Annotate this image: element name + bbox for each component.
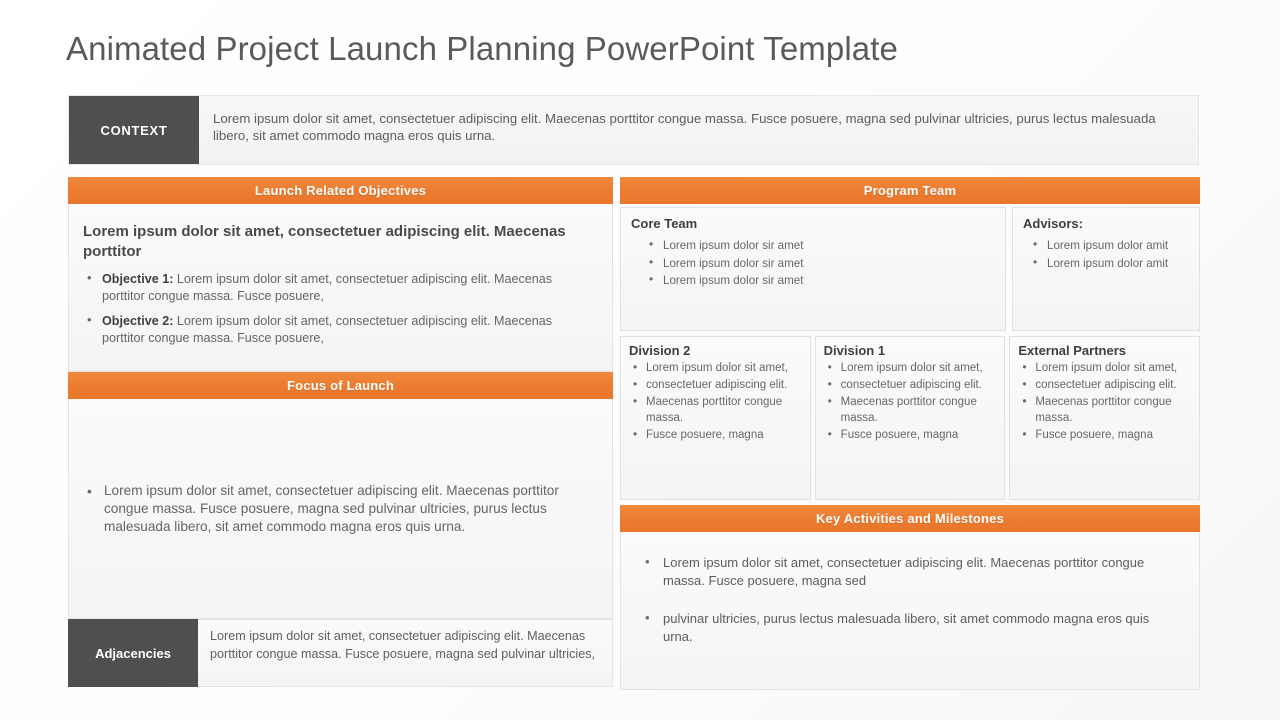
context-banner: CONTEXT Lorem ipsum dolor sit amet, cons… xyxy=(68,95,1199,165)
list-item: Objective 1: Lorem ipsum dolor sit amet,… xyxy=(83,270,598,304)
objective-2-label: Objective 2: xyxy=(102,314,174,328)
list-item: Maecenas porttitor congue massa. xyxy=(633,393,802,426)
list-item: Lorem ipsum dolor sir amet xyxy=(649,254,995,273)
external-partners-title: External Partners xyxy=(1018,343,1127,358)
left-column: Launch Related Objectives Lorem ipsum do… xyxy=(68,177,613,698)
list-item: Lorem ipsum dolor amit xyxy=(1033,236,1189,255)
focus-of-launch-panel: Lorem ipsum dolor sit amet, consectetuer… xyxy=(68,399,613,619)
list-item: Lorem ipsum dolor sit amet, consectetuer… xyxy=(83,482,598,536)
list-item: Fusce posuere, magna xyxy=(1022,426,1191,443)
list-item: Maecenas porttitor congue massa. xyxy=(1022,393,1191,426)
division-1-title: Division 1 xyxy=(823,343,886,358)
division-2-list: Lorem ipsum dolor sit amet, consectetuer… xyxy=(633,359,802,443)
list-item: Maecenas porttitor congue massa. xyxy=(828,393,997,426)
list-item: Lorem ipsum dolor sir amet xyxy=(649,236,995,255)
advisors-list: Lorem ipsum dolor amit Lorem ipsum dolor… xyxy=(1033,236,1189,273)
division-2-box: Division 2 Lorem ipsum dolor sit amet, c… xyxy=(620,336,811,500)
slide-canvas: Animated Project Launch Planning PowerPo… xyxy=(0,0,1280,720)
division-1-list: Lorem ipsum dolor sit amet, consectetuer… xyxy=(828,359,997,443)
list-item: consectetuer adipiscing elit. xyxy=(1022,376,1191,393)
list-item: Fusce posuere, magna xyxy=(828,426,997,443)
program-team-divisions-row: Division 2 Lorem ipsum dolor sit amet, c… xyxy=(620,336,1201,500)
external-partners-list: Lorem ipsum dolor sit amet, consectetuer… xyxy=(1022,359,1191,443)
adjacencies-label: Adjacencies xyxy=(68,619,198,687)
core-team-box: Core Team Lorem ipsum dolor sir amet Lor… xyxy=(620,207,1006,331)
list-item: Fusce posuere, magna xyxy=(633,426,802,443)
list-item: Lorem ipsum dolor sir amet xyxy=(649,271,995,290)
objectives-list: Objective 1: Lorem ipsum dolor sit amet,… xyxy=(83,270,598,346)
list-item: consectetuer adipiscing elit. xyxy=(633,376,802,393)
list-item: Lorem ipsum dolor sit amet, xyxy=(1022,359,1191,376)
list-item: consectetuer adipiscing elit. xyxy=(828,376,997,393)
program-team-top-row: Core Team Lorem ipsum dolor sir amet Lor… xyxy=(620,207,1200,331)
key-activities-and-milestones-header: Key Activities and Milestones xyxy=(620,505,1200,532)
launch-related-objectives-panel: Lorem ipsum dolor sit amet, consectetuer… xyxy=(68,204,613,372)
advisors-title: Advisors: xyxy=(1023,216,1083,231)
context-label: CONTEXT xyxy=(69,96,199,164)
key-activities-list: Lorem ipsum dolor sit amet, consectetuer… xyxy=(639,553,1181,646)
list-item: Lorem ipsum dolor sit amet, xyxy=(828,359,997,376)
division-2-title: Division 2 xyxy=(629,343,691,358)
focus-of-launch-header: Focus of Launch xyxy=(68,372,613,399)
program-team-header: Program Team xyxy=(620,177,1200,204)
list-item: Lorem ipsum dolor amit xyxy=(1033,254,1189,273)
list-item: Objective 2: Lorem ipsum dolor sit amet,… xyxy=(83,312,598,346)
adjacencies-banner: Adjacencies Lorem ipsum dolor sit amet, … xyxy=(68,619,613,687)
page-title: Animated Project Launch Planning PowerPo… xyxy=(66,30,898,67)
list-item: Lorem ipsum dolor sit amet, xyxy=(633,359,802,376)
list-item: Lorem ipsum dolor sit amet, consectetuer… xyxy=(639,553,1181,590)
focus-list: Lorem ipsum dolor sit amet, consectetuer… xyxy=(83,482,598,536)
adjacencies-text: Lorem ipsum dolor sit amet, consectetuer… xyxy=(198,619,613,687)
external-partners-box: External Partners Lorem ipsum dolor sit … xyxy=(1009,336,1201,500)
context-text: Lorem ipsum dolor sit amet, consectetuer… xyxy=(213,111,1156,143)
objectives-lead-text: Lorem ipsum dolor sit amet, consectetuer… xyxy=(83,223,566,260)
launch-related-objectives-header: Launch Related Objectives xyxy=(68,177,613,204)
core-team-title: Core Team xyxy=(631,216,698,231)
objective-1-label: Objective 1: xyxy=(102,272,174,286)
key-activities-and-milestones-panel: Lorem ipsum dolor sit amet, consectetuer… xyxy=(620,532,1200,690)
division-1-box: Division 1 Lorem ipsum dolor sit amet, c… xyxy=(814,336,1006,500)
core-team-list: Lorem ipsum dolor sir amet Lorem ipsum d… xyxy=(649,236,995,290)
list-item: pulvinar ultricies, purus lectus malesua… xyxy=(639,609,1181,646)
advisors-box: Advisors: Lorem ipsum dolor amit Lorem i… xyxy=(1012,207,1200,331)
right-column: Program Team Core Team Lorem ipsum dolor… xyxy=(620,177,1201,700)
